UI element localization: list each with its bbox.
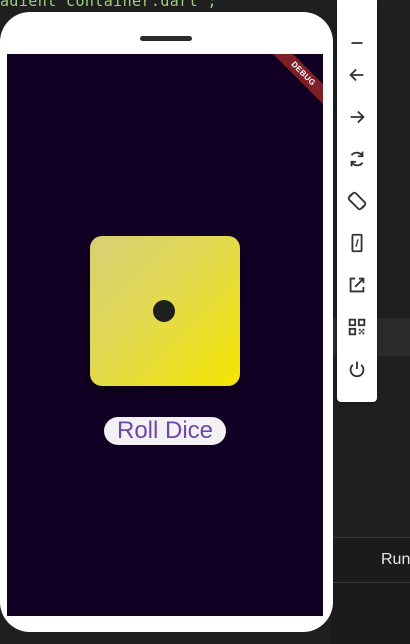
device-speaker	[140, 36, 192, 41]
back-icon	[349, 68, 364, 82]
emulator-toolbar	[337, 0, 377, 402]
run-tab[interactable]: Run	[381, 551, 410, 569]
device-frame: DEBUG Roll Dice	[0, 12, 333, 632]
back-button[interactable]	[337, 54, 377, 96]
rotate-icon	[350, 151, 364, 167]
debug-banner: DEBUG	[261, 54, 323, 116]
forward-icon	[350, 110, 365, 124]
screen-rotation-icon	[347, 191, 367, 211]
qr-code-icon	[348, 318, 366, 336]
app-screen: DEBUG Roll Dice	[7, 54, 323, 616]
power-button[interactable]	[337, 348, 377, 390]
code-line: adient container.dart';	[0, 0, 217, 10]
rotate-button[interactable]	[337, 138, 377, 180]
minimize-icon	[351, 42, 363, 44]
phone-portrait-button[interactable]	[337, 222, 377, 264]
power-icon	[349, 361, 365, 378]
screen-rotation-button[interactable]	[337, 180, 377, 222]
phone-portrait-icon	[351, 233, 363, 253]
open-external-icon	[349, 277, 365, 293]
open-external-button[interactable]	[337, 264, 377, 306]
forward-button[interactable]	[337, 96, 377, 138]
dice-pip	[153, 300, 175, 322]
dice	[90, 236, 240, 386]
run-panel-divider	[330, 582, 410, 583]
roll-dice-button[interactable]: Roll Dice	[104, 417, 226, 445]
qr-code-button[interactable]	[337, 306, 377, 348]
